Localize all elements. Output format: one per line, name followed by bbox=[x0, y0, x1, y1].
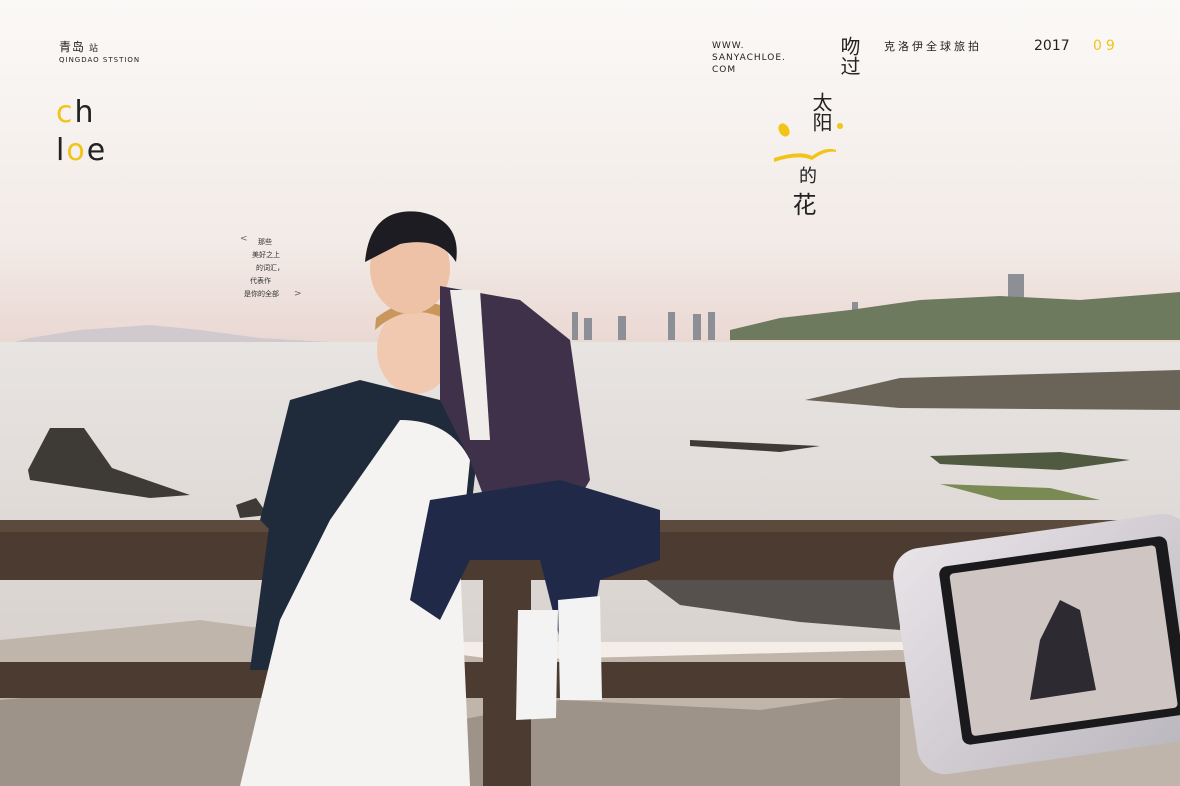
city-label-en: QINGDAO STSTION bbox=[59, 56, 141, 64]
tour-title: 克洛伊全球旅拍 bbox=[884, 40, 982, 53]
chloe-logo: ch loe bbox=[56, 94, 107, 170]
headline-part-3: 的 bbox=[796, 166, 817, 184]
poem-line: 美好之上 bbox=[252, 251, 280, 259]
poem-line: 的词汇， bbox=[256, 264, 284, 272]
month-label: 09 bbox=[1093, 38, 1119, 54]
poem-line: 那些 bbox=[258, 238, 272, 246]
sky bbox=[0, 0, 1180, 345]
city-label: 青岛站 bbox=[59, 40, 100, 54]
website-text: WWW. SANYACHLOE. COM bbox=[712, 41, 786, 75]
poem-line: 是你的全部 bbox=[244, 290, 279, 298]
poem-text: 那些 美好之上 的词汇， 代表作 是你的全部 bbox=[238, 236, 284, 301]
logo-line-2: loe bbox=[56, 133, 108, 168]
headline-part-4: 花 bbox=[788, 192, 816, 216]
headline-part-2: 太阳 bbox=[809, 92, 833, 132]
headline-part-1: 吻过 bbox=[837, 36, 861, 76]
year-label: 2017 bbox=[1034, 38, 1070, 54]
phone-foreground bbox=[893, 513, 1180, 775]
photo-scene bbox=[0, 0, 1180, 786]
logo-line-1: ch bbox=[56, 95, 96, 130]
poem-line: 代表作 bbox=[250, 277, 271, 285]
poem-close-mark: > bbox=[294, 289, 302, 299]
